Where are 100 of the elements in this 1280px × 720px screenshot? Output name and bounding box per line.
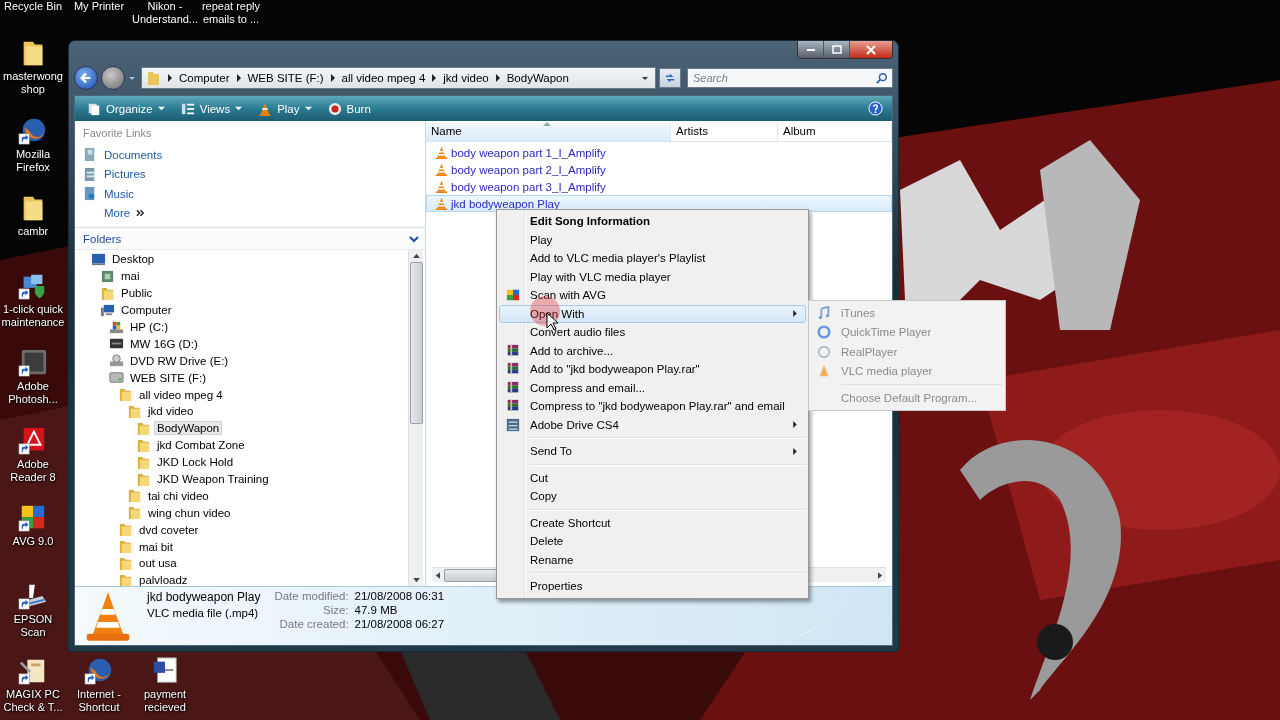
breadcrumb-arrow-icon[interactable] — [167, 74, 173, 82]
forward-button[interactable] — [101, 66, 125, 90]
tree-item[interactable]: wing chun video — [145, 505, 234, 520]
menu-item[interactable]: Play — [499, 230, 806, 249]
globe-icon[interactable] — [84, 656, 114, 686]
desktop-icon-label[interactable]: Nikon - Understand... — [132, 0, 198, 26]
help-icon[interactable] — [868, 101, 883, 116]
scrollbar-thumb[interactable] — [409, 262, 423, 424]
menu-item[interactable]: Add to VLC media player's Playlist — [499, 249, 806, 268]
scroll-up-icon — [412, 253, 420, 258]
desktop-icon-label[interactable]: payment recieved — [132, 688, 198, 714]
scrollbar[interactable] — [408, 250, 423, 586]
menu-item[interactable]: Send To — [499, 442, 806, 461]
menu-item[interactable]: Add to "jkd bodyweapon Play.rar" — [499, 360, 806, 379]
tree-item[interactable]: out usa — [136, 556, 180, 571]
desktop-icon-label[interactable]: Mozilla Firefox — [0, 147, 66, 174]
file-row[interactable]: body weapon part 2_I_Amplify — [426, 161, 892, 178]
tree-item[interactable]: Computer — [118, 303, 175, 318]
tree-item[interactable]: JKD Lock Hold — [154, 455, 237, 470]
menu-item[interactable]: Rename — [499, 550, 806, 569]
tree-item[interactable]: palvloadz — [136, 573, 191, 586]
breadcrumb[interactable]: jkd video — [443, 72, 489, 84]
desktop-icon-label[interactable]: EPSON Scan — [0, 612, 66, 639]
menu-item[interactable]: Create Shortcut — [499, 513, 806, 532]
breadcrumb[interactable]: WEB SITE (F:) — [247, 72, 324, 84]
menu-item[interactable]: Delete — [499, 532, 806, 551]
breadcrumb-arrow-icon[interactable] — [329, 74, 336, 82]
maximize-icon — [831, 44, 842, 55]
search-icon[interactable] — [876, 72, 888, 84]
desktop-icon-label[interactable]: Internet - Shortcut — [66, 688, 132, 714]
tree-item[interactable]: BodyWapon — [154, 421, 223, 436]
menu-item[interactable]: Compress and email... — [499, 378, 806, 397]
column-header[interactable]: Name — [426, 123, 671, 141]
double-chevron-icon[interactable] — [136, 209, 146, 218]
desktop-icon-label[interactable]: Adobe Reader 8 — [0, 457, 66, 484]
desktop-icon-label[interactable]: repeat reply emails to ... — [198, 0, 264, 26]
breadcrumb[interactable]: BodyWapon — [506, 72, 569, 84]
desktop-icon-label[interactable]: Recycle Bin — [0, 0, 66, 26]
tree-item[interactable]: Public — [118, 286, 156, 301]
folders-header[interactable]: Folders — [75, 227, 425, 250]
tree-item[interactable]: all video mpeg 4 — [136, 387, 226, 402]
column-header[interactable]: Artists — [671, 123, 778, 141]
tree-item[interactable]: jkd Combat Zone — [154, 438, 248, 453]
search-field[interactable]: Search — [687, 68, 893, 88]
toolbar-button[interactable]: Burn — [321, 99, 377, 118]
scroll-left-icon — [435, 571, 440, 579]
folder-icon — [118, 555, 133, 571]
desktop-icon-label[interactable]: Adobe Photosh... — [0, 380, 66, 406]
desktop-icon-label[interactable]: 1-click quick maintenance — [0, 302, 66, 329]
desktop-icon-label[interactable]: MAGIX PC Check & T... — [0, 688, 66, 714]
minimize-button[interactable] — [798, 41, 824, 58]
tree-item[interactable]: mai — [118, 269, 143, 284]
property-label: Date created: — [278, 618, 349, 630]
menu-item[interactable]: Edit Song Information — [499, 212, 806, 231]
favorite-link[interactable]: Pictures — [104, 168, 146, 181]
desktop-icon-label[interactable]: cambr — [17, 225, 49, 238]
tree-item[interactable]: DVD RW Drive (E:) — [127, 353, 232, 368]
desktop-icon-label[interactable]: My Printer — [66, 0, 132, 26]
tree-item[interactable]: HP (C:) — [127, 320, 172, 334]
breadcrumb-arrow-icon[interactable] — [431, 74, 438, 82]
tree-item[interactable]: tai chi video — [145, 488, 212, 503]
tree-item[interactable]: jkd video — [145, 404, 197, 419]
desktop-icon-label[interactable]: AVG 9.0 — [12, 535, 54, 548]
maximize-button[interactable] — [824, 41, 850, 58]
favorite-link[interactable]: Documents — [104, 148, 163, 161]
menu-item[interactable]: Convert audio files — [499, 323, 806, 342]
back-button[interactable] — [74, 66, 98, 90]
tree-item[interactable]: mai bit — [136, 539, 176, 554]
folder-icon — [118, 387, 133, 403]
toolbar-button[interactable]: Views — [174, 99, 249, 118]
tree-item[interactable]: WEB SITE (F:) — [127, 370, 210, 385]
toolbar-button[interactable]: Play — [252, 99, 318, 118]
refresh-button[interactable] — [659, 68, 681, 88]
desktop-icon-label[interactable]: masterwong shop — [0, 70, 66, 96]
menu-item[interactable]: Play with VLC media player — [499, 267, 806, 286]
menu-item[interactable]: Scan with AVG — [499, 286, 806, 305]
tree-item[interactable]: Desktop — [109, 252, 158, 267]
breadcrumb[interactable]: Computer — [179, 72, 230, 84]
menu-item[interactable]: Add to archive... — [499, 341, 806, 360]
menu-item[interactable]: Properties — [499, 577, 806, 596]
breadcrumb-arrow-icon[interactable] — [494, 74, 501, 82]
file-row[interactable]: body weapon part 3_I_Amplify — [426, 178, 892, 195]
menu-item[interactable]: Copy — [499, 487, 806, 506]
file-row[interactable]: body weapon part 1_I_Amplify — [426, 144, 892, 161]
column-header[interactable]: Album — [778, 123, 892, 141]
caret-icon[interactable] — [641, 74, 649, 82]
favorite-link[interactable]: More — [104, 207, 131, 220]
menu-item[interactable]: Adobe Drive CS4 — [499, 415, 806, 434]
breadcrumb[interactable]: all video mpeg 4 — [341, 72, 426, 84]
breadcrumb-arrow-icon[interactable] — [235, 74, 242, 82]
address-bar[interactable]: Computer WEB SITE (F:) all video mpeg 4 jkd video BodyWapon — [141, 67, 656, 89]
menu-item[interactable]: Compress to "jkd bodyweapon Play.rar" and email — [499, 397, 806, 416]
close-button[interactable] — [850, 41, 892, 58]
tree-item[interactable]: dvd coveter — [136, 522, 202, 537]
menu-item[interactable]: Cut — [499, 468, 806, 487]
favorite-link[interactable]: Music — [104, 187, 135, 200]
tree-item[interactable]: MW 16G (D:) — [127, 336, 201, 351]
toolbar-button[interactable]: Organize — [81, 99, 171, 118]
tree-item[interactable]: JKD Weapon Training — [154, 472, 272, 486]
list-icon — [180, 101, 195, 116]
